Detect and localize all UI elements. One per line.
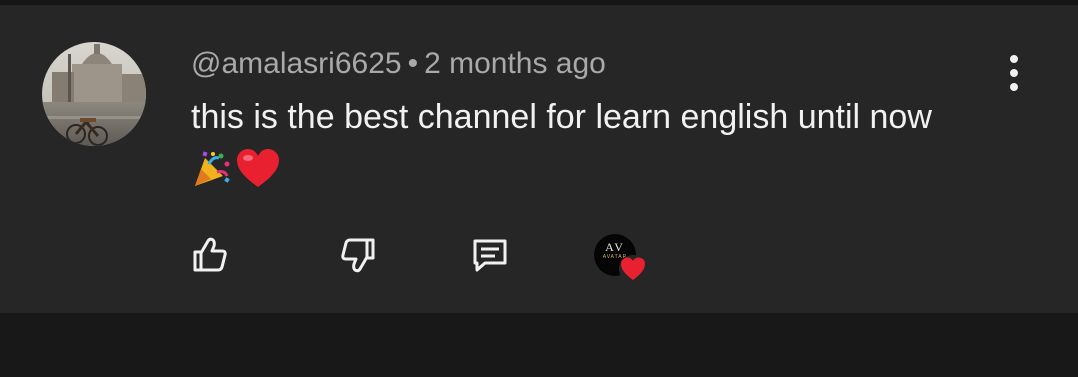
more-vertical-icon <box>1010 55 1018 63</box>
bottom-area <box>0 313 1078 377</box>
more-menu-button[interactable] <box>1000 53 1028 93</box>
comment-meta: @amalasri6625•2 months ago <box>191 46 606 82</box>
creator-heart-badge: AV AVATAR <box>594 234 654 284</box>
red-heart-icon <box>237 149 279 189</box>
menu-dot <box>1010 69 1018 77</box>
thumbs-up-icon <box>190 235 230 275</box>
comment-emojis <box>191 145 279 193</box>
party-popper-icon <box>191 148 233 190</box>
like-button[interactable] <box>190 235 230 275</box>
meta-separator: • <box>408 47 419 80</box>
dislike-button[interactable] <box>338 235 378 275</box>
author-avatar[interactable] <box>42 42 146 146</box>
creator-heart-icon <box>618 254 648 284</box>
reply-comment-icon <box>469 235 511 277</box>
comment-time[interactable]: 2 months ago <box>424 47 606 80</box>
comment-text: this is the best channel for learn engli… <box>191 95 1011 139</box>
thumbs-down-icon <box>338 235 378 275</box>
avatar-photo-icon <box>42 42 146 146</box>
creator-avatar-initials: AV <box>594 240 636 255</box>
reply-button[interactable] <box>469 235 509 275</box>
author-handle[interactable]: @amalasri6625 <box>191 47 402 80</box>
comment-card: @amalasri6625•2 months ago this is the b… <box>0 5 1078 313</box>
menu-dot <box>1010 83 1018 91</box>
